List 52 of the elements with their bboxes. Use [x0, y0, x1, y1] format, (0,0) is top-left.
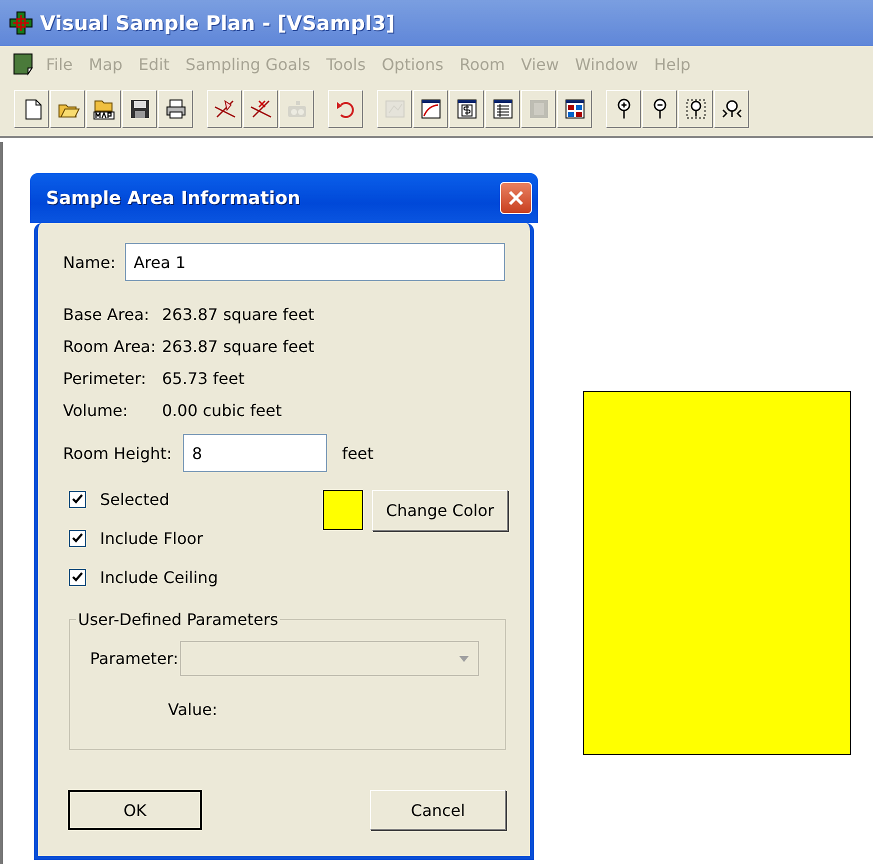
toolbar-button[interactable] [714, 90, 749, 128]
parameter-label: Parameter: [90, 649, 178, 668]
toolbar-button[interactable] [243, 90, 278, 128]
info-label: Volume: [63, 401, 129, 420]
toolbar-button[interactable] [678, 90, 713, 128]
name-field[interactable]: Area 1 [124, 243, 505, 281]
dialog-title: Sample Area Information [46, 188, 300, 208]
info-label: Room Area: [63, 337, 157, 356]
grid-window-icon [562, 97, 586, 121]
checkbox[interactable] [69, 530, 86, 547]
ok-button[interactable]: OK [68, 790, 202, 830]
info-label: Perimeter: [63, 369, 148, 388]
caret-icon [459, 656, 470, 662]
checkbox[interactable] [69, 491, 86, 508]
info-label: Base Area: [63, 305, 150, 324]
info-value: 0.00 cubic feet [162, 401, 282, 420]
grid-logo-icon [8, 10, 34, 36]
checkbox-label: Include Floor [100, 529, 204, 548]
cancel-button[interactable]: Cancel [370, 790, 506, 830]
toolbar-button[interactable] [642, 90, 677, 128]
dollar-window-icon [454, 97, 478, 121]
value-label: Value: [168, 700, 218, 719]
window-title: Visual Sample Plan - [VSampl3] [40, 11, 395, 35]
toolbar-button[interactable] [485, 90, 520, 128]
toolbar-button[interactable] [14, 90, 49, 128]
close-icon [507, 189, 525, 207]
room-height-label: Room Height: [63, 444, 172, 462]
name-label: Name: [63, 252, 116, 272]
toolbar-button[interactable] [606, 90, 641, 128]
room-height-field[interactable]: 8 [182, 434, 327, 472]
toolbar-button[interactable] [207, 90, 242, 128]
info-value: 263.87 square feet [162, 305, 314, 324]
group-legend: User-Defined Parameters [76, 610, 280, 629]
toolbar-button[interactable] [449, 90, 484, 128]
toolbar-button[interactable] [413, 90, 448, 128]
chart-window-icon [418, 97, 442, 121]
table-window-icon [490, 97, 514, 121]
checkbox[interactable] [69, 569, 86, 586]
info-value: 263.87 square feet [162, 337, 314, 356]
checkbox-label: Selected [100, 490, 170, 509]
printer-icon [164, 97, 188, 121]
toolbar-button[interactable] [122, 90, 157, 128]
toolbar-button[interactable] [50, 90, 85, 128]
change-color-button[interactable]: Change Color [372, 490, 508, 531]
toolbar-button[interactable] [557, 90, 592, 128]
unit-label: feet [342, 444, 374, 462]
close-button[interactable] [500, 182, 532, 214]
checkbox-label: Include Ceiling [100, 568, 218, 587]
info-value: 65.73 feet [162, 369, 244, 388]
zoom-box-icon [684, 97, 708, 121]
toolbar-button[interactable] [86, 90, 121, 128]
toolbar-button[interactable] [158, 90, 193, 128]
